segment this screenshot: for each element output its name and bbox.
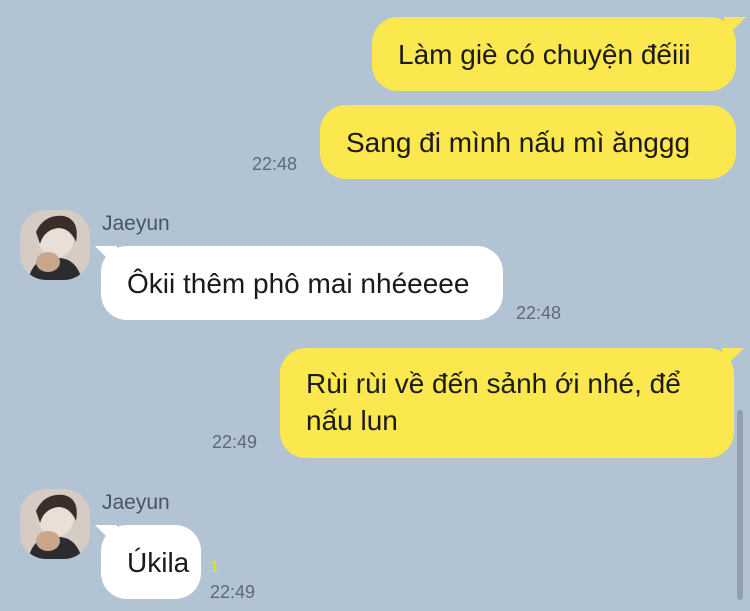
message-bubble-incoming[interactable]: Ôkii thêm phô mai nhéeeee (101, 246, 503, 320)
unread-count: 1 (210, 559, 219, 576)
message-bubble-outgoing[interactable]: Rùi rùi về đến sảnh ới nhé, để nấu lun (280, 348, 734, 458)
scrollbar[interactable] (737, 410, 743, 600)
message-bubble-outgoing[interactable]: Sang đi mình nấu mì ănggg (320, 105, 736, 179)
avatar-photo-icon (20, 489, 90, 559)
avatar[interactable] (20, 210, 90, 280)
message-timestamp: 22:48 (516, 303, 562, 323)
message-text: Ôkii thêm phô mai nhéeeee (127, 267, 470, 299)
message-text-line: nấu lun (306, 405, 398, 436)
chat-room: Làm giè có chuyện đếiii Sang đi mình nấu… (0, 0, 750, 611)
sender-name: Jaeyun (102, 212, 170, 235)
message-text-line: Rùi rùi về đến sảnh ới nhé, để (306, 368, 681, 399)
message-text: Làm giè có chuyện đếiii (398, 38, 691, 70)
message-timestamp: 22:49 (210, 582, 256, 602)
message-text: Úkila (127, 546, 190, 578)
message-bubble-outgoing[interactable]: Làm giè có chuyện đếiii (372, 17, 736, 91)
avatar-photo-icon (20, 210, 90, 280)
message-text: Sang đi mình nấu mì ănggg (346, 126, 691, 158)
message-bubble-incoming[interactable]: Úkila (101, 525, 201, 599)
sender-name: Jaeyun (102, 491, 170, 514)
message-timestamp: 22:48 (252, 154, 298, 174)
avatar[interactable] (20, 489, 90, 559)
message-timestamp: 22:49 (212, 432, 258, 452)
